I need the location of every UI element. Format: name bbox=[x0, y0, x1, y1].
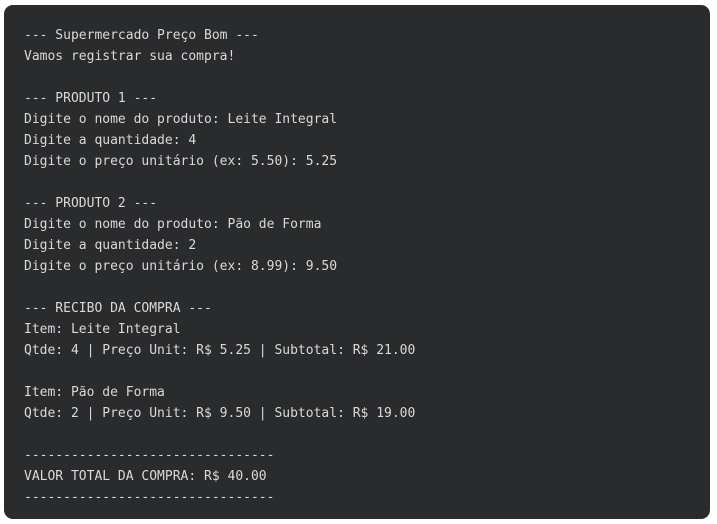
product-1-quantity-prompt: Digite a quantidade: 4 bbox=[24, 133, 197, 148]
header-title-line: --- Supermercado Preço Bom --- bbox=[24, 28, 259, 43]
product-1-price-prompt: Digite o preço unitário (ex: 5.50): 5.25 bbox=[24, 154, 338, 169]
receipt-item-2-name: Item: Pão de Forma bbox=[24, 385, 165, 400]
terminal-output: --- Supermercado Preço Bom --- Vamos reg… bbox=[4, 5, 710, 519]
divider-line-top: -------------------------------- bbox=[24, 448, 275, 463]
divider-line-bottom: -------------------------------- bbox=[24, 490, 275, 505]
total-line: VALOR TOTAL DA COMPRA: R$ 40.00 bbox=[24, 469, 267, 484]
product-1-name-prompt: Digite o nome do produto: Leite Integral bbox=[24, 112, 338, 127]
product-2-name-prompt: Digite o nome do produto: Pão de Forma bbox=[24, 217, 322, 232]
receipt-item-2-detail: Qtde: 2 | Preço Unit: R$ 9.50 | Subtotal… bbox=[24, 406, 416, 421]
product-2-price-prompt: Digite o preço unitário (ex: 8.99): 9.50 bbox=[24, 259, 338, 274]
receipt-item-1-name: Item: Leite Integral bbox=[24, 322, 181, 337]
welcome-line: Vamos registrar sua compra! bbox=[24, 49, 236, 64]
product-1-heading: --- PRODUTO 1 --- bbox=[24, 91, 158, 106]
product-2-quantity-prompt: Digite a quantidade: 2 bbox=[24, 238, 197, 253]
receipt-item-1-detail: Qtde: 4 | Preço Unit: R$ 5.25 | Subtotal… bbox=[24, 343, 416, 358]
receipt-heading: --- RECIBO DA COMPRA --- bbox=[24, 301, 212, 316]
product-2-heading: --- PRODUTO 2 --- bbox=[24, 196, 158, 211]
